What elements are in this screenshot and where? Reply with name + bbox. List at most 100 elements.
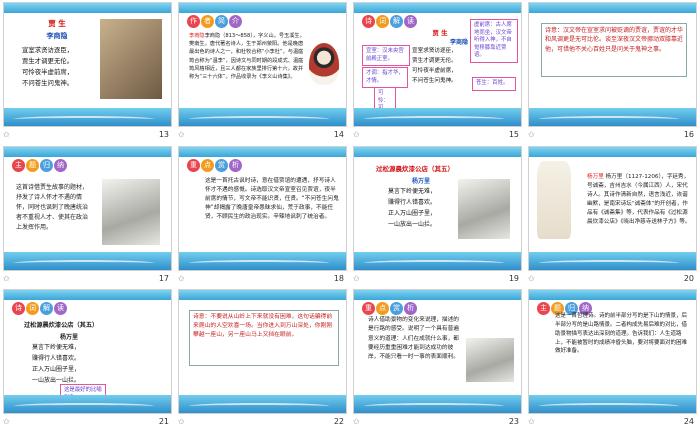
poem-title: 贾 生 — [48, 19, 66, 28]
slide-number: 19 — [508, 273, 519, 283]
slide-number: 13 — [158, 130, 169, 139]
slide-number: 23 — [508, 417, 519, 427]
slide-transition-icon[interactable]: ✩ — [3, 417, 10, 426]
section-badges: 重 点 赏 析 — [362, 302, 417, 316]
analysis-text: 这是一首托古讽时诗，意在借贾谊的遭遇，抒写诗人怀才不遇的感慨。诗选取汉文帝宣室召… — [205, 177, 339, 221]
slide-transition-icon[interactable]: ✩ — [528, 130, 535, 139]
slide-header-band — [4, 3, 171, 13]
slide-thumb-24[interactable]: 主 题 归 纳 这是一首哲理诗。诗的前半部分写的是下山的情景，后半部分写的是山路… — [525, 287, 700, 431]
slide-header-band — [354, 290, 521, 301]
theme-text: 这是一首哲理诗。诗的前半部分写的是下山的情景，后半部分写的是山路情景。二者构成先… — [555, 313, 688, 355]
author-portrait — [309, 43, 339, 85]
section-badges: 诗 词 解 读 — [362, 15, 417, 28]
slide-number: 15 — [508, 130, 519, 139]
slide-footer-band — [354, 108, 521, 126]
slide-body: 贾 生 李商隐 宣室求贤访逐臣， 贾生才调更无伦。 可怜夜半虚前席， 不问苍生问… — [8, 15, 167, 106]
section-badges: 诗 词 解 读 — [12, 302, 67, 316]
slide-header-band — [4, 290, 171, 301]
author-bio: 李商隐李商隐（813～858），字义山，号玉溪生，樊南生。唐代著名诗人，生于郑州… — [189, 33, 305, 81]
slide-transition-icon[interactable]: ✩ — [528, 274, 535, 283]
slide-header-band — [179, 290, 346, 301]
slide-thumb-19[interactable]: 过松源晨炊漆公店（其五） 杨万里 莫言下岭便无难， 赚得行人错喜欢。 正入万山圈… — [350, 144, 525, 288]
slide-header-band — [529, 290, 696, 301]
slide-transition-icon[interactable]: ✩ — [528, 417, 535, 426]
slide-canvas: 杨万里 杨万里（1127-1206），字廷秀，号诚斋，吉州吉水（今属江西）人，宋… — [528, 145, 697, 271]
slide-footer-band — [4, 395, 171, 414]
slide-transition-icon[interactable]: ✩ — [3, 130, 10, 139]
slide-transition-icon[interactable]: ✩ — [178, 130, 185, 139]
slide-thumb-23[interactable]: 重 点 赏 析 诗人借助景物的变化来说理，描述的是行路的感受。说明了一个具有普遍… — [350, 287, 525, 431]
poem-author: 李商隐 — [46, 32, 68, 40]
slide-thumb-15[interactable]: 诗 词 解 读 贾 生 李商隐 宣室求贤访逐臣， 贾生才调更无伦。 可怜夜半虚前… — [350, 0, 525, 144]
slide-thumb-17[interactable]: 主 题 归 纳 这首诗借贾生故事的题材，抒发了诗人怀才不遇的情怀，同时也讽刺了晚… — [0, 144, 175, 288]
slide-footer: ✩ 24 — [528, 415, 694, 429]
slide-canvas: 诗 词 解 读 贾 生 李商隐 宣室求贤访逐臣， 贾生才调更无伦。 可怜夜半虚前… — [353, 2, 522, 127]
slide-footer-band — [529, 108, 696, 126]
slide-thumb-16[interactable]: 诗意：汉文帝在宣室求问被贬谪的贾谊，贾谊的才华和风调更是无可比伦。谈至深夜汉文帝… — [525, 0, 700, 144]
slide-thumb-20[interactable]: 杨万里 杨万里（1127-1206），字廷秀，号诚斋，吉州吉水（今属江西）人，宋… — [525, 144, 700, 288]
slide-canvas: 过松源晨炊漆公店（其五） 杨万里 莫言下岭便无难， 赚得行人错喜欢。 正入万山圈… — [353, 145, 522, 271]
slide-footer-band — [179, 395, 346, 414]
author-bio: 杨万里 杨万里（1127-1206），字廷秀，号诚斋，吉州吉水（今属江西）人，宋… — [587, 173, 691, 225]
note-box-5: 苍生：百姓。 — [472, 77, 516, 91]
slide-thumb-22[interactable]: 诗意：不要说从山岭上下来就没有困难，这句话骗得前来爬山的人空欢喜一场。当你进入到… — [175, 287, 350, 431]
slide-footer-band — [179, 251, 346, 270]
slide-footer: ✩ 20 — [528, 272, 694, 286]
slide-transition-icon[interactable]: ✩ — [3, 274, 10, 283]
landscape-image — [466, 338, 514, 383]
meaning-box: 诗意：汉文帝在宣室求问被贬谪的贾谊，贾谊的才华和风调更是无可比伦。谈至深夜汉文帝… — [541, 23, 687, 77]
slide-header-band — [529, 3, 696, 13]
meaning-box: 诗意：不要说从山岭上下来就没有困难，这句话骗得前来爬山的人空欢喜一场。当你进入到… — [189, 310, 339, 367]
slide-transition-icon[interactable]: ✩ — [353, 274, 360, 283]
slide-canvas: 主 题 归 纳 这是一首哲理诗。诗的前半部分写的是下山的情景，后半部分写的是山路… — [528, 289, 697, 415]
slide-transition-icon[interactable]: ✩ — [353, 130, 360, 139]
section-badges: 重 点 赏 析 — [187, 158, 242, 172]
slide-canvas: 作 者 简 介 李商隐李商隐（813～858），字义山，号玉溪生，樊南生。唐代著… — [178, 2, 347, 127]
slide-number: 20 — [683, 273, 694, 283]
slide-footer-band — [4, 108, 171, 126]
slide-number: 16 — [683, 130, 694, 139]
slide-transition-icon[interactable]: ✩ — [353, 417, 360, 426]
slide-footer-band — [354, 251, 521, 270]
slide-thumb-14[interactable]: 作 者 简 介 李商隐李商隐（813～858），字义山，号玉溪生，樊南生。唐代著… — [175, 0, 350, 144]
slide-transition-icon[interactable]: ✩ — [178, 417, 185, 426]
slide-header-band — [529, 146, 696, 157]
slide-header-band — [179, 3, 346, 13]
slide-footer: ✩ 18 — [178, 272, 344, 286]
ink-painting-image — [102, 178, 160, 245]
slide-footer: ✩ 15 — [353, 128, 519, 142]
slide-number: 14 — [333, 130, 344, 139]
slide-thumb-21[interactable]: 诗 词 解 读 过松源晨炊漆公店（其五） 杨万里 莫言下岭便无难， 赚得行人错喜… — [0, 287, 175, 431]
theme-text: 这首诗借贾生故事的题材，抒发了诗人怀才不遇的情怀，同时也讽刺了晚唐统治者不重视人… — [16, 183, 89, 231]
slide-sorter-grid: 贾 生 李商隐 宣室求贤访逐臣， 贾生才调更无伦。 可怜夜半虚前席， 不问苍生问… — [0, 0, 700, 431]
painting-image — [100, 19, 162, 99]
poem-title: 过松源晨炊漆公店（其五） — [24, 322, 99, 330]
slide-footer: ✩ 22 — [178, 415, 344, 429]
slide-footer: ✩ 14 — [178, 128, 344, 142]
slide-canvas: 主 题 归 纳 这首诗借贾生故事的题材，抒发了诗人怀才不遇的情怀，同时也讽刺了晚… — [3, 145, 172, 271]
slide-footer: ✩ 23 — [353, 415, 519, 429]
slide-footer: ✩ 21 — [3, 415, 169, 429]
slide-thumb-13[interactable]: 贾 生 李商隐 宣室求贤访逐臣， 贾生才调更无伦。 可怜夜半虚前席， 不问苍生问… — [0, 0, 175, 144]
slide-footer-band — [529, 395, 696, 414]
note-box-4: 虚前席：古人席地而坐，汉文帝听得入神，不自觉移膝靠近贾谊。 — [470, 19, 518, 63]
poem-title: 过松源晨炊漆公店（其五） — [376, 164, 454, 173]
poem-author: 杨万里 — [412, 177, 431, 185]
author-portrait — [537, 160, 571, 239]
slide-header-band — [354, 3, 521, 13]
slide-footer-band — [354, 395, 521, 414]
poem-lines: 宣室求贤访逐臣， 贾生才调更无伦。 可怜夜半虚前席， 不问苍生问鬼神。 — [22, 46, 74, 87]
slide-footer-band — [529, 251, 696, 270]
slide-header-band — [354, 146, 521, 157]
poem-lines: 莫言下岭便无难， 赚得行人错喜欢。 正入万山圈子里， 一山放出一山拦。 — [32, 344, 81, 385]
slide-canvas: 诗意：不要说从山岭上下来就没有困难，这句话骗得前来爬山的人空欢喜一场。当你进入到… — [178, 289, 347, 415]
slide-number: 21 — [158, 417, 169, 427]
slide-canvas: 重 点 赏 析 诗人借助景物的变化来说理，描述的是行路的感受。说明了一个具有普遍… — [353, 289, 522, 415]
slide-number: 24 — [683, 417, 694, 427]
slide-thumb-18[interactable]: 重 点 赏 析 这是一首托古讽时诗，意在借贾谊的遭遇，抒写诗人怀才不遇的感慨。诗… — [175, 144, 350, 288]
slide-transition-icon[interactable]: ✩ — [178, 274, 185, 283]
slide-footer: ✩ 16 — [528, 128, 694, 142]
slide-canvas: 贾 生 李商隐 宣室求贤访逐臣， 贾生才调更无伦。 可怜夜半虚前席， 不问苍生问… — [3, 2, 172, 127]
slide-number: 17 — [158, 273, 169, 283]
slide-number: 22 — [333, 417, 344, 427]
